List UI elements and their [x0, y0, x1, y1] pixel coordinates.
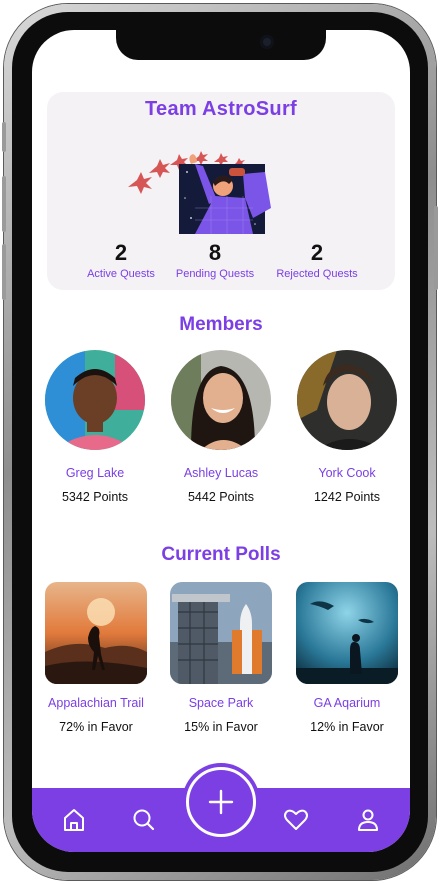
member-card[interactable]: Ashley Lucas 5442 Points: [166, 350, 276, 504]
poll-favor: 15% in Favor: [184, 720, 258, 734]
poll-name: Appalachian Trail: [48, 696, 144, 710]
avatar: [171, 350, 271, 450]
poll-favor: 12% in Favor: [310, 720, 384, 734]
stat-rejected-quests[interactable]: 2 Rejected Quests: [262, 240, 372, 282]
member-card[interactable]: York Cook 1242 Points: [292, 350, 402, 504]
poll-card[interactable]: GA Aqarium 12% in Favor: [292, 582, 402, 734]
notch: [116, 26, 326, 60]
volume-down-button: [2, 244, 6, 300]
plus-icon: [208, 789, 234, 815]
stat-label: Rejected Quests: [276, 268, 358, 280]
quest-stats: 2 Active Quests 8 Pending Quests 2 Rejec…: [47, 240, 395, 286]
poll-favor: 72% in Favor: [59, 720, 133, 734]
team-card: Team AstroSurf 2 Active Quests 8 Pending…: [47, 92, 395, 290]
heart-icon[interactable]: [282, 806, 310, 834]
stat-value: 8: [208, 240, 222, 265]
member-points: 1242 Points: [313, 490, 381, 504]
poll-card[interactable]: Space Park 15% in Favor: [166, 582, 276, 734]
team-title: Team AstroSurf: [144, 98, 297, 120]
member-name: Ashley Lucas: [183, 466, 259, 480]
member-card[interactable]: Greg Lake 5342 Points: [40, 350, 150, 504]
avatar: [297, 350, 397, 450]
camera-icon: [260, 35, 274, 49]
member-name: Greg Lake: [65, 466, 125, 480]
app-screen: Team AstroSurf 2 Active Quests 8 Pending…: [32, 30, 410, 852]
member-points: 5442 Points: [187, 490, 255, 504]
team-illustration: [128, 151, 271, 234]
user-icon[interactable]: [354, 806, 382, 834]
polls-title: Current Polls: [161, 544, 281, 565]
volume-up-button: [2, 176, 6, 232]
stat-value: 2: [310, 240, 324, 265]
poll-image: [170, 582, 272, 684]
members-title: Members: [179, 314, 263, 335]
power-button: [434, 206, 438, 290]
avatar: [45, 350, 145, 450]
stat-label: Pending Quests: [175, 268, 255, 280]
home-icon[interactable]: [60, 806, 88, 834]
member-name: York Cook: [318, 466, 376, 480]
poll-card[interactable]: Appalachian Trail 72% in Favor: [41, 582, 151, 734]
poll-image: [45, 582, 147, 684]
poll-name: Space Park: [188, 696, 254, 710]
stat-pending-quests[interactable]: 8 Pending Quests: [160, 240, 270, 282]
poll-name: GA Aqarium: [313, 696, 381, 710]
add-quest-button[interactable]: [186, 767, 256, 837]
search-icon[interactable]: [130, 806, 158, 834]
poll-image: [296, 582, 398, 684]
mute-switch: [2, 122, 6, 152]
member-points: 5342 Points: [61, 490, 129, 504]
